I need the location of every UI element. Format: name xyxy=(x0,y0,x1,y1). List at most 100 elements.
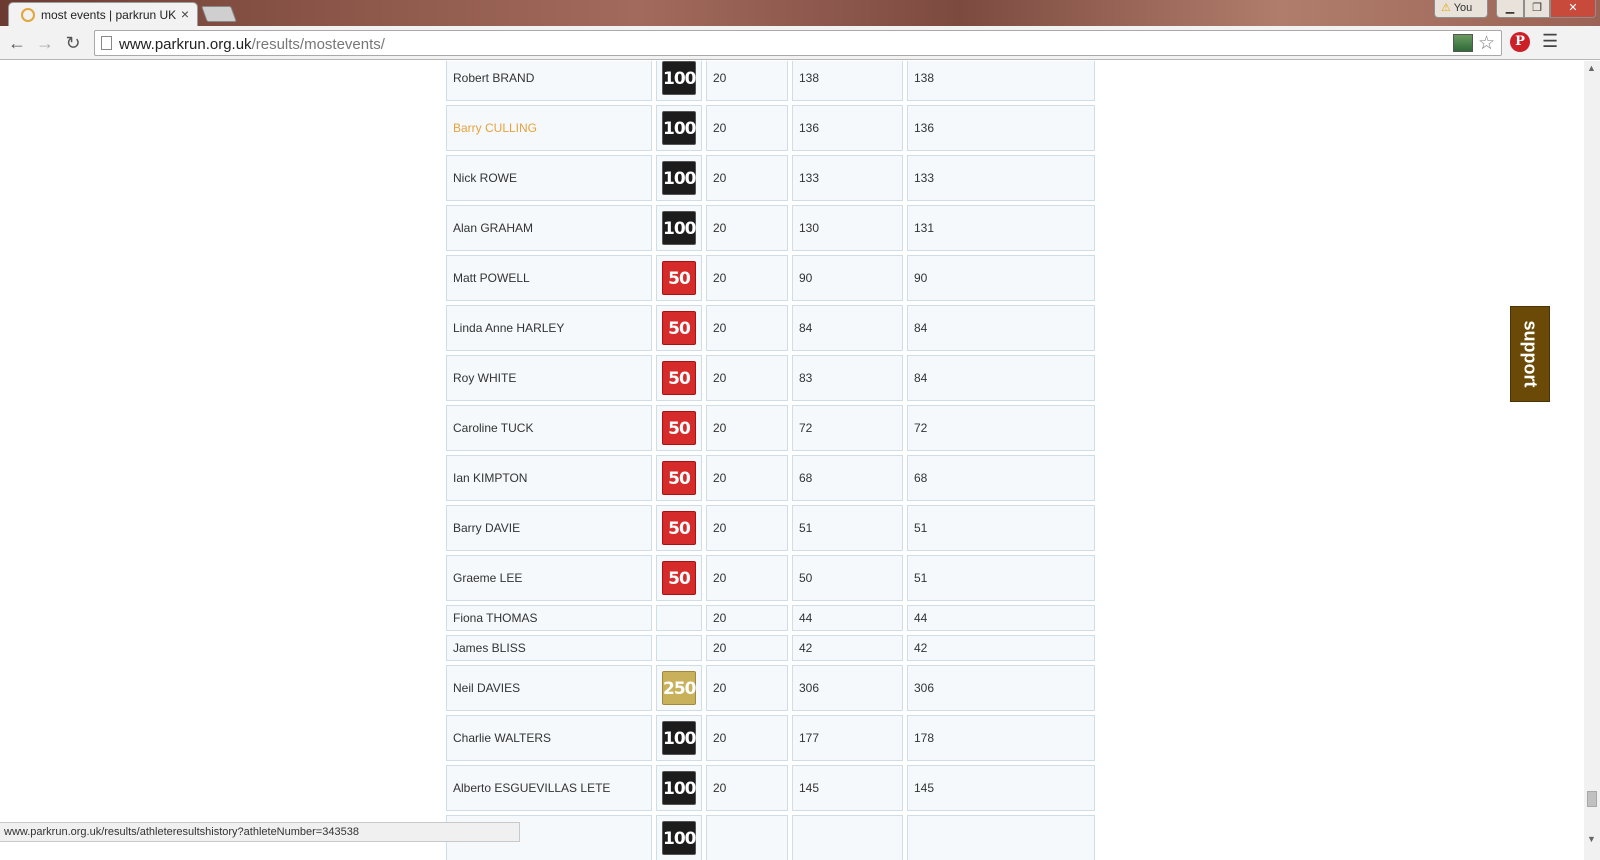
milestone-cell xyxy=(656,605,702,631)
support-tab[interactable]: support xyxy=(1510,306,1550,402)
maximize-button[interactable]: ❐ xyxy=(1524,0,1550,18)
runner-name-link[interactable]: Barry DAVIE xyxy=(453,521,520,535)
scroll-thumb[interactable] xyxy=(1587,791,1597,807)
runner-name-link[interactable]: Roy WHITE xyxy=(453,371,516,385)
url-text[interactable]: www.parkrun.org.uk/results/mostevents/ xyxy=(119,36,385,53)
table-row: Alberto ESGUEVILLAS LETE 100 20 145 145 xyxy=(446,765,1095,811)
table-row: Alan GRAHAM 100 20 130 131 xyxy=(446,205,1095,251)
events-cell: 20 xyxy=(706,405,788,451)
overall-runs-cell: 42 xyxy=(907,635,1095,661)
overall-runs-cell: 131 xyxy=(907,205,1095,251)
events-cell: 20 xyxy=(706,155,788,201)
overall-runs-cell: 84 xyxy=(907,355,1095,401)
events-cell: 20 xyxy=(706,205,788,251)
events-cell: 20 xyxy=(706,505,788,551)
overall-runs-cell: 138 xyxy=(907,61,1095,101)
total-runs-cell: 306 xyxy=(792,665,903,711)
chrome-menu-icon[interactable]: ☰ xyxy=(1542,31,1558,52)
image-extension-icon[interactable] xyxy=(1453,34,1473,52)
scroll-up-arrow-icon[interactable]: ▲ xyxy=(1587,63,1596,73)
runner-name-cell: Roy WHITE xyxy=(446,355,652,401)
runner-name-cell: Barry DAVIE xyxy=(446,505,652,551)
minimize-button[interactable]: ▁ xyxy=(1496,0,1524,18)
milestone-50-badge-icon: 50 xyxy=(662,561,696,595)
table-row: Fiona THOMAS 20 44 44 xyxy=(446,605,1095,631)
runner-name-link[interactable]: Matt POWELL xyxy=(453,271,530,285)
vertical-scrollbar[interactable]: ▲ ▼ xyxy=(1584,61,1600,860)
runner-name-cell: Alberto ESGUEVILLAS LETE xyxy=(446,765,652,811)
profile-button[interactable]: ⚠ You xyxy=(1434,0,1488,18)
overall-runs-cell: 84 xyxy=(907,305,1095,351)
overall-runs-cell: 306 xyxy=(907,665,1095,711)
table-row: Roy WHITE 50 20 83 84 xyxy=(446,355,1095,401)
back-arrow-icon[interactable]: ← xyxy=(6,32,28,54)
events-cell: 20 xyxy=(706,765,788,811)
runner-name-link[interactable]: Fiona THOMAS xyxy=(453,611,537,625)
runner-name-link[interactable]: Charlie WALTERS xyxy=(453,731,551,745)
total-runs-cell xyxy=(792,815,903,860)
window-close-button[interactable]: ✕ xyxy=(1550,0,1596,18)
overall-runs-cell: 51 xyxy=(907,505,1095,551)
runner-name-cell: Alan GRAHAM xyxy=(446,205,652,251)
runner-name-link[interactable]: Caroline TUCK xyxy=(453,421,533,435)
milestone-50-badge-icon: 50 xyxy=(662,411,696,445)
tab-most-events[interactable]: most events | parkrun UK × xyxy=(8,2,198,26)
bookmark-star-icon[interactable]: ☆ xyxy=(1478,32,1495,55)
table-row: Neil DAVIES 250 20 306 306 xyxy=(446,665,1095,711)
runner-name-link[interactable]: Alberto ESGUEVILLAS LETE xyxy=(453,781,610,795)
runner-name-cell: Ian KIMPTON xyxy=(446,455,652,501)
runner-name-link[interactable]: Linda Anne HARLEY xyxy=(453,321,564,335)
scroll-down-arrow-icon[interactable]: ▼ xyxy=(1587,834,1596,844)
reload-icon[interactable]: ↻ xyxy=(62,32,84,54)
runner-name-cell: Matt POWELL xyxy=(446,255,652,301)
milestone-50-badge-icon: 50 xyxy=(662,511,696,545)
runner-name-link[interactable]: Nick ROWE xyxy=(453,171,517,185)
total-runs-cell: 42 xyxy=(792,635,903,661)
total-runs-cell: 83 xyxy=(792,355,903,401)
milestone-cell: 100 xyxy=(656,765,702,811)
total-runs-cell: 72 xyxy=(792,405,903,451)
table-row: Graeme LEE 50 20 50 51 xyxy=(446,555,1095,601)
overall-runs-cell: 44 xyxy=(907,605,1095,631)
milestone-100-badge-icon: 100 xyxy=(662,111,697,145)
milestone-100-badge-icon: 100 xyxy=(662,211,697,245)
runner-name-cell: Linda Anne HARLEY xyxy=(446,305,652,351)
total-runs-cell: 84 xyxy=(792,305,903,351)
runner-name-cell: Nick ROWE xyxy=(446,155,652,201)
milestone-cell: 100 xyxy=(656,715,702,761)
milestone-cell: 50 xyxy=(656,255,702,301)
pinterest-icon[interactable]: P xyxy=(1510,32,1530,52)
milestone-cell xyxy=(656,635,702,661)
table-row: Barry CULLING 100 20 136 136 xyxy=(446,105,1095,151)
runner-name-link[interactable]: Robert BRAND xyxy=(453,71,534,85)
runner-name-link[interactable]: Barry CULLING xyxy=(453,121,537,135)
table-row: James BLISS 20 42 42 xyxy=(446,635,1095,661)
forward-arrow-icon[interactable]: → xyxy=(34,32,56,54)
runner-name-link[interactable]: Alan GRAHAM xyxy=(453,221,533,235)
runner-name-link[interactable]: Graeme LEE xyxy=(453,571,522,585)
total-runs-cell: 177 xyxy=(792,715,903,761)
runner-name-cell: Barry CULLING xyxy=(446,105,652,151)
milestone-cell: 50 xyxy=(656,355,702,401)
page-content: Robert BRAND 100 20 138 138 Barry CULLING 100 2… xyxy=(0,61,1584,860)
milestone-100-badge-icon: 100 xyxy=(662,721,697,755)
overall-runs-cell xyxy=(907,815,1095,860)
runner-name-link[interactable]: James BLISS xyxy=(453,641,526,655)
runner-name-cell: Caroline TUCK xyxy=(446,405,652,451)
url-path: /results/mostevents/ xyxy=(251,36,385,53)
milestone-cell: 50 xyxy=(656,405,702,451)
total-runs-cell: 133 xyxy=(792,155,903,201)
tab-close-icon[interactable]: × xyxy=(181,6,189,22)
milestone-cell: 50 xyxy=(656,305,702,351)
milestone-cell: 50 xyxy=(656,555,702,601)
events-cell: 20 xyxy=(706,61,788,101)
runner-name-link[interactable]: Ian KIMPTON xyxy=(453,471,527,485)
runner-name-link[interactable]: Neil DAVIES xyxy=(453,681,520,695)
url-host: www.parkrun.org.uk xyxy=(119,36,252,53)
milestone-50-badge-icon: 50 xyxy=(662,461,696,495)
milestone-cell: 50 xyxy=(656,505,702,551)
table-row: Ian KIMPTON 50 20 68 68 xyxy=(446,455,1095,501)
address-bar[interactable]: www.parkrun.org.uk/results/mostevents/ ☆ xyxy=(94,30,1502,56)
events-cell: 20 xyxy=(706,455,788,501)
new-tab-button[interactable] xyxy=(201,6,237,22)
